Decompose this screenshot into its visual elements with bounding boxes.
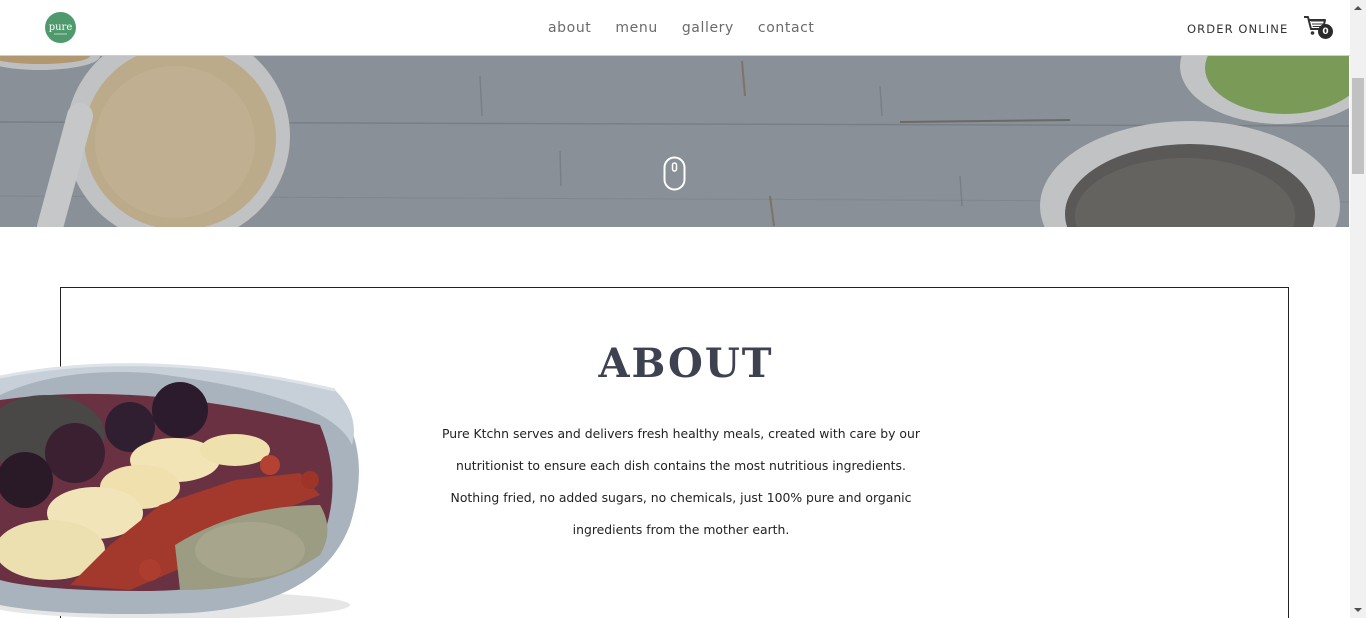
nav-contact[interactable]: contact [758, 20, 815, 36]
cart-count-badge: 0 [1318, 24, 1333, 39]
page-scrollbar[interactable] [1350, 0, 1366, 618]
hero-background-image [0, 56, 1349, 227]
pure-logo-icon: pure [49, 22, 73, 35]
nav-about[interactable]: about [548, 20, 591, 36]
chevron-down-icon [1354, 608, 1362, 612]
order-online-link[interactable]: ORDER ONLINE [1187, 22, 1288, 36]
logo[interactable]: pure [45, 12, 76, 43]
about-line: Nothing fried, no added sugars, no chemi… [450, 490, 912, 505]
nav-gallery[interactable]: gallery [682, 20, 734, 36]
nav-menu[interactable]: menu [615, 20, 657, 36]
scroll-up-button[interactable] [1350, 0, 1366, 16]
scroll-thumb[interactable] [1352, 78, 1364, 174]
site-header: pure about menu gallery contact ORDER ON… [0, 0, 1350, 56]
mouse-scroll-icon [663, 156, 686, 191]
scroll-down-indicator[interactable] [663, 156, 686, 191]
cart-button[interactable]: 0 [1303, 15, 1333, 41]
about-line: nutritionist to ensure each dish contain… [456, 458, 906, 473]
chevron-up-icon [1354, 6, 1362, 10]
scroll-down-button[interactable] [1350, 602, 1366, 618]
about-description: Pure Ktchn serves and delivers fresh hea… [430, 418, 932, 546]
about-line: ingredients from the mother earth. [572, 522, 790, 537]
acai-bowl-image [0, 363, 359, 618]
hero-banner [0, 56, 1349, 227]
main-nav: about menu gallery contact [548, 20, 815, 36]
about-line: Pure Ktchn serves and delivers fresh hea… [442, 426, 920, 441]
svg-text:pure: pure [49, 22, 73, 33]
